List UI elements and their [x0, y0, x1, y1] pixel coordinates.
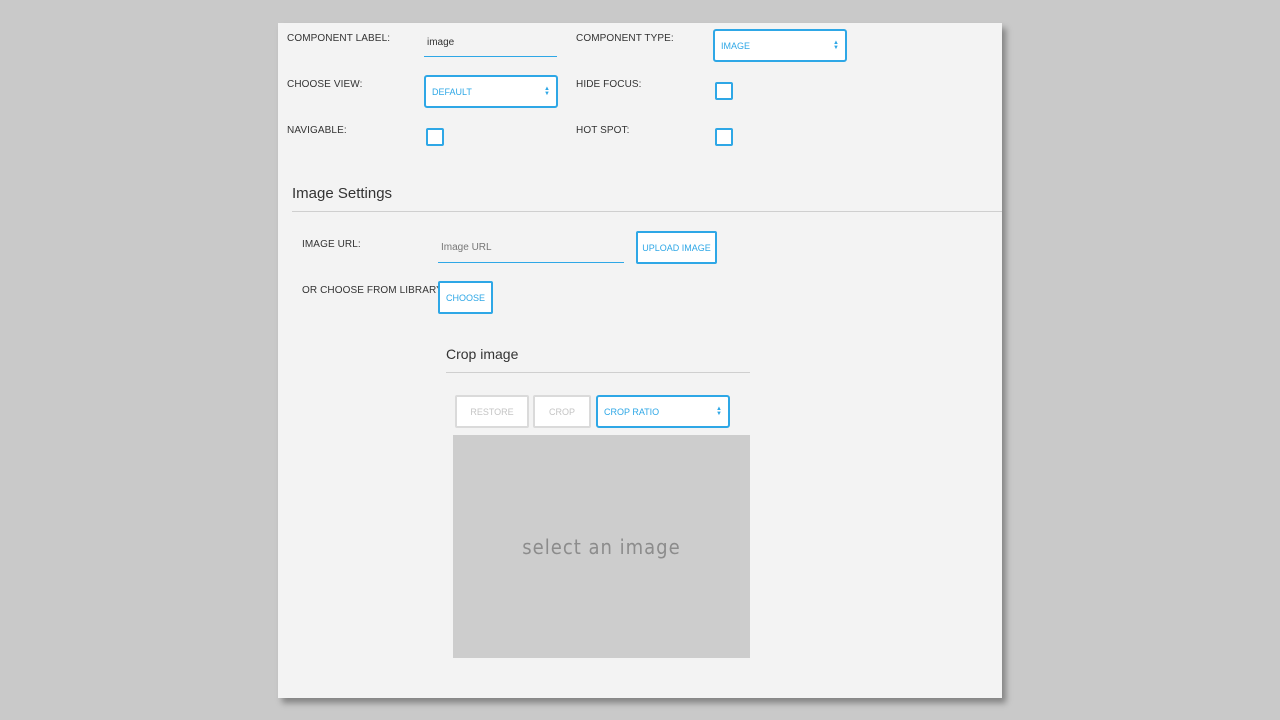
choose-view-value: DEFAULT: [432, 86, 472, 97]
select-arrows-icon: ▲ ▼: [544, 85, 550, 97]
image-url-title: IMAGE URL:: [302, 239, 361, 250]
crop-placeholder-text: select an image: [522, 534, 681, 559]
component-type-title: COMPONENT TYPE:: [576, 33, 674, 44]
hot-spot-title: HOT SPOT:: [576, 125, 630, 136]
component-settings-panel: COMPONENT LABEL: COMPONENT TYPE: IMAGE ▲…: [278, 23, 1002, 698]
hot-spot-checkbox[interactable]: [715, 128, 733, 146]
crop-ratio-select[interactable]: CROP RATIO ▲ ▼: [596, 395, 730, 428]
restore-button[interactable]: RESTORE: [455, 395, 529, 428]
component-type-value: IMAGE: [721, 40, 751, 51]
component-label-input[interactable]: [424, 29, 557, 57]
crop-image-divider: [446, 372, 750, 373]
choose-button[interactable]: CHOOSE: [438, 281, 493, 314]
image-settings-divider: [292, 211, 1002, 212]
crop-ratio-value: CROP RATIO: [604, 406, 660, 417]
component-label-title: COMPONENT LABEL:: [287, 33, 391, 44]
crop-image-title: Crop image: [446, 346, 519, 362]
navigable-checkbox[interactable]: [426, 128, 444, 146]
upload-image-button[interactable]: UPLOAD IMAGE: [636, 231, 717, 264]
choose-view-title: CHOOSE VIEW:: [287, 79, 363, 90]
component-type-select[interactable]: IMAGE ▲ ▼: [713, 29, 847, 62]
choose-view-select[interactable]: DEFAULT ▲ ▼: [424, 75, 558, 108]
select-arrows-icon: ▲ ▼: [716, 405, 722, 417]
image-settings-title: Image Settings: [292, 185, 393, 202]
hide-focus-checkbox[interactable]: [715, 82, 733, 100]
select-arrows-icon: ▲ ▼: [833, 39, 839, 51]
navigable-title: NAVIGABLE:: [287, 125, 347, 136]
image-url-input[interactable]: [438, 233, 624, 263]
crop-canvas[interactable]: select an image: [453, 435, 750, 658]
choose-from-library-title: OR CHOOSE FROM LIBRARY: [302, 285, 443, 296]
crop-button[interactable]: CROP: [533, 395, 591, 428]
hide-focus-title: HIDE FOCUS:: [576, 79, 642, 90]
